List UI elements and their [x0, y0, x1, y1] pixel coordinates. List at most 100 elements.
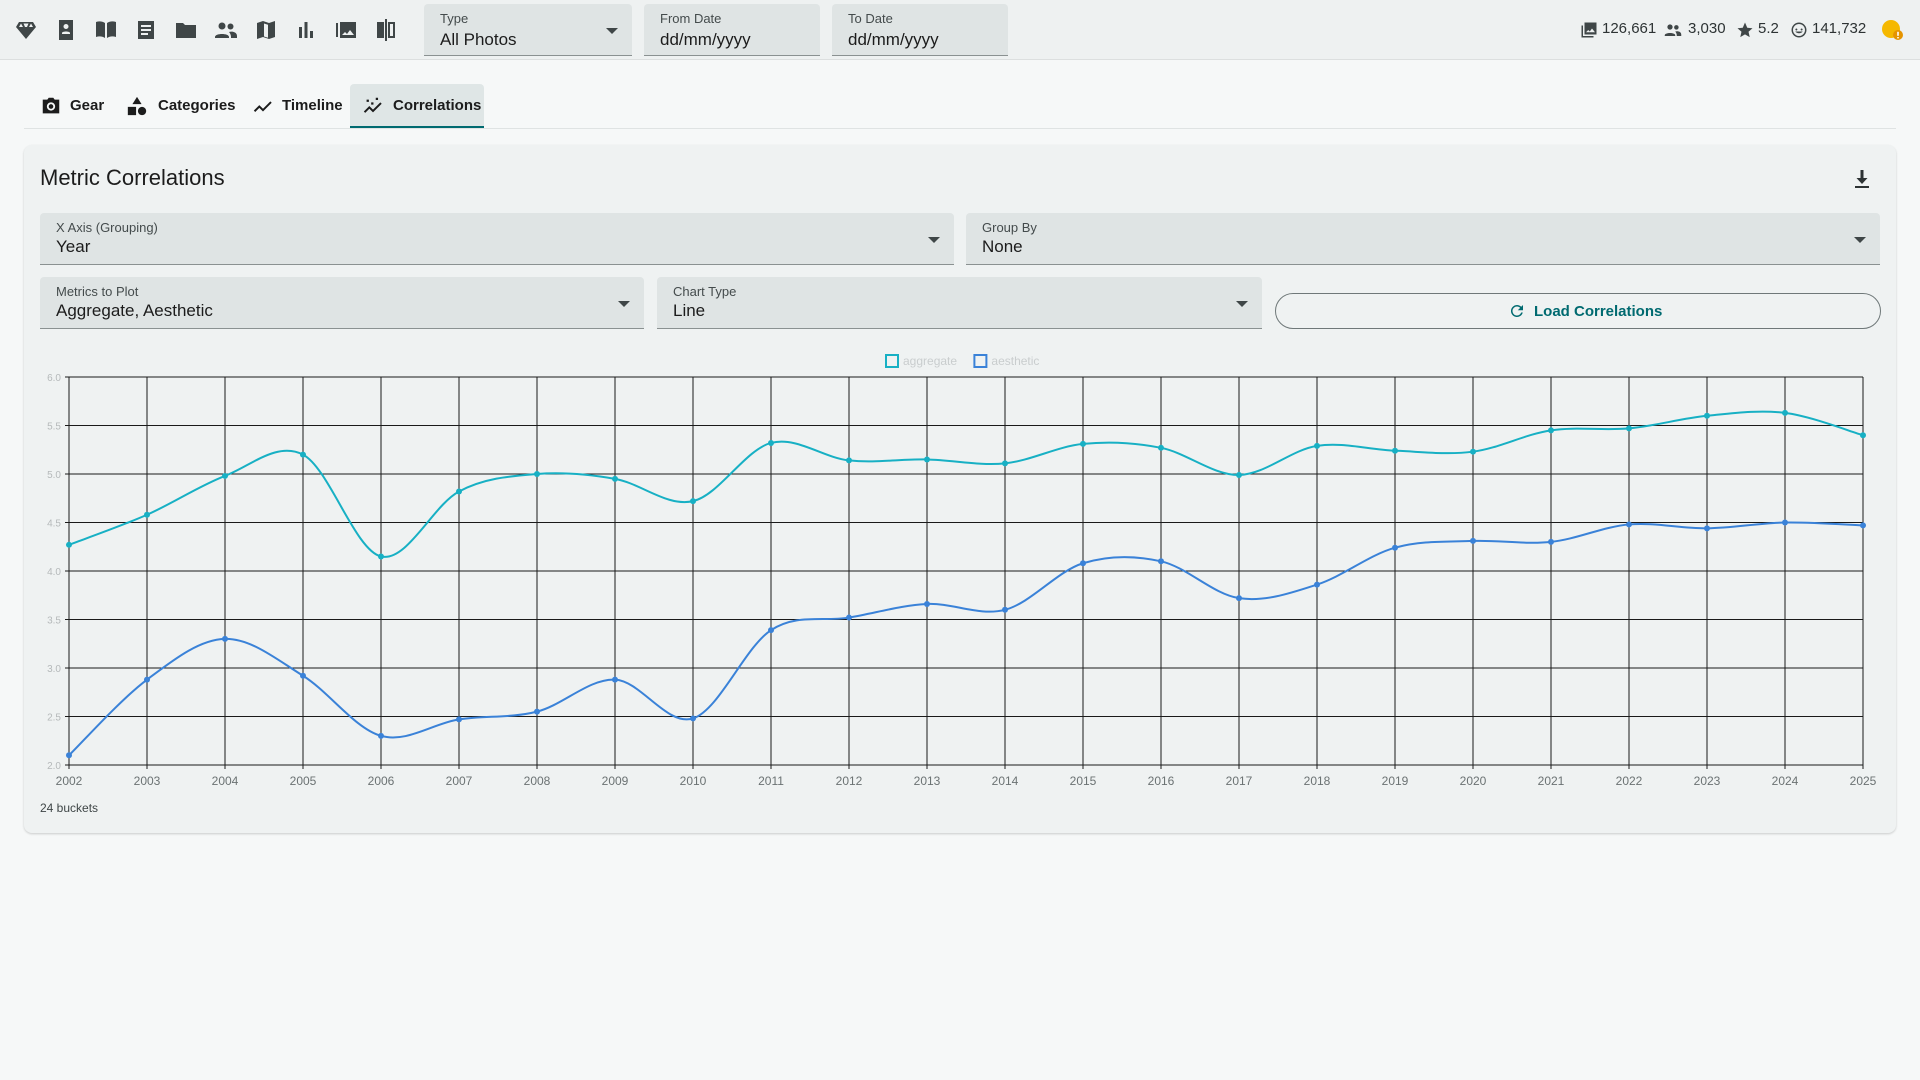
aesthetic-data-point [1314, 581, 1320, 588]
x-tick-label: 2002 [56, 774, 83, 788]
aggregate-data-point [1860, 432, 1866, 439]
legend-label: aesthetic [991, 354, 1039, 368]
x-tick-label: 2008 [524, 774, 551, 788]
y-tick-label: 4.0 [47, 567, 61, 578]
star-icon [1736, 21, 1754, 39]
x-tick-label: 2013 [914, 774, 941, 788]
aggregate-data-point [1470, 448, 1476, 455]
aggregate-data-point [378, 553, 384, 560]
y-tick-label: 2.5 [47, 713, 61, 724]
aggregate-data-point [846, 457, 852, 464]
aesthetic-data-point [1158, 558, 1164, 565]
y-tick-label: 2.0 [47, 761, 61, 772]
from-date-field[interactable]: From Date dd/mm/yyyy [644, 4, 820, 56]
portrait-book-icon[interactable] [54, 18, 78, 42]
x-tick-label: 2022 [1616, 774, 1643, 788]
aggregate-data-point [1704, 412, 1710, 419]
top-bar: Type All Photos From Date dd/mm/yyyy To … [0, 0, 1920, 60]
warning-badge-icon[interactable] [1880, 18, 1904, 42]
aggregate-series-line [68, 410, 1864, 558]
tab-timeline-label: Timeline [282, 97, 343, 114]
aesthetic-data-point [1548, 538, 1554, 545]
x-tick-label: 2016 [1148, 774, 1175, 788]
aggregate-data-point [924, 456, 930, 463]
tab-categories[interactable]: Categories [114, 84, 238, 128]
map-icon[interactable] [254, 18, 278, 42]
scatter-trend-icon [362, 95, 384, 117]
x-tick-label: 2024 [1772, 774, 1799, 788]
folder-icon[interactable] [174, 18, 198, 42]
aggregate-data-point [612, 475, 618, 482]
open-book-icon[interactable] [94, 18, 118, 42]
aggregate-data-point [768, 439, 774, 446]
y-tick-label: 5.5 [47, 422, 61, 433]
x-tick-label: 2019 [1382, 774, 1409, 788]
face-icon [1790, 21, 1808, 39]
legend-swatch [885, 354, 899, 368]
x-tick-label: 2012 [836, 774, 863, 788]
aggregate-data-point [1392, 447, 1398, 454]
x-tick-label: 2003 [134, 774, 161, 788]
people-count: 3,030 [1688, 20, 1726, 37]
diamond-icon[interactable] [14, 18, 38, 42]
aesthetic-data-point [690, 715, 696, 722]
x-tick-label: 2021 [1538, 774, 1565, 788]
y-tick-label: 5.0 [47, 470, 61, 481]
shapes-icon [126, 95, 148, 117]
compare-icon[interactable] [374, 18, 398, 42]
aesthetic-data-point [768, 627, 774, 634]
x-tick-label: 2020 [1460, 774, 1487, 788]
x-tick-label: 2006 [368, 774, 395, 788]
face-count: 141,732 [1812, 20, 1867, 37]
article-icon[interactable] [134, 18, 158, 42]
people-stat-icon [1664, 21, 1682, 39]
aggregate-data-point [1782, 409, 1788, 416]
tabs-divider [24, 128, 1896, 129]
x-tick-label: 2005 [290, 774, 317, 788]
bucket-count: 24 buckets [40, 801, 99, 815]
x-tick-label: 2007 [446, 774, 473, 788]
to-date-field[interactable]: To Date dd/mm/yyyy [832, 4, 1008, 56]
aggregate-data-point [144, 511, 150, 518]
type-select-label: Type [440, 11, 469, 26]
type-select[interactable]: Type All Photos [424, 4, 632, 56]
tab-correlations[interactable]: Correlations [350, 84, 484, 128]
photo-count: 126,661 [1602, 20, 1657, 37]
aggregate-data-point [1548, 427, 1554, 434]
aggregate-data-point [1002, 460, 1008, 467]
aggregate-data-point [222, 472, 228, 479]
tab-gear[interactable]: Gear [28, 84, 108, 128]
x-tick-label: 2023 [1694, 774, 1721, 788]
x-tick-label: 2017 [1226, 774, 1253, 788]
aesthetic-data-point [1002, 606, 1008, 613]
y-tick-label: 4.5 [47, 519, 61, 530]
aesthetic-data-point [846, 614, 852, 621]
correlations-card: Metric Correlations X Axis (Grouping) Ye… [24, 145, 1896, 833]
aesthetic-data-point [144, 676, 150, 683]
photo-gallery-icon[interactable] [334, 18, 358, 42]
aggregate-data-point [1314, 442, 1320, 449]
photo-library-icon [1580, 21, 1598, 39]
people-icon[interactable] [214, 18, 238, 42]
legend-label: aggregate [903, 354, 957, 368]
to-date-label: To Date [848, 11, 893, 26]
aggregate-data-point [690, 498, 696, 505]
aesthetic-data-point [1626, 521, 1632, 528]
aggregate-data-point [1236, 471, 1242, 478]
aesthetic-data-point [456, 716, 462, 723]
bar-chart-icon[interactable] [294, 18, 318, 42]
aesthetic-data-point [66, 752, 72, 759]
chevron-down-icon [606, 28, 618, 34]
x-tick-label: 2009 [602, 774, 629, 788]
aggregate-data-point [66, 541, 72, 548]
tab-timeline[interactable]: Timeline [240, 84, 344, 128]
y-tick-label: 3.5 [47, 616, 61, 627]
aesthetic-series-line [68, 521, 1864, 757]
aggregate-data-point [1080, 440, 1086, 447]
tab-correlations-label: Correlations [393, 97, 482, 114]
y-tick-label: 6.0 [47, 373, 61, 384]
aesthetic-data-point [378, 732, 384, 739]
x-tick-label: 2018 [1304, 774, 1331, 788]
camera-icon [40, 95, 62, 117]
x-tick-label: 2015 [1070, 774, 1097, 788]
